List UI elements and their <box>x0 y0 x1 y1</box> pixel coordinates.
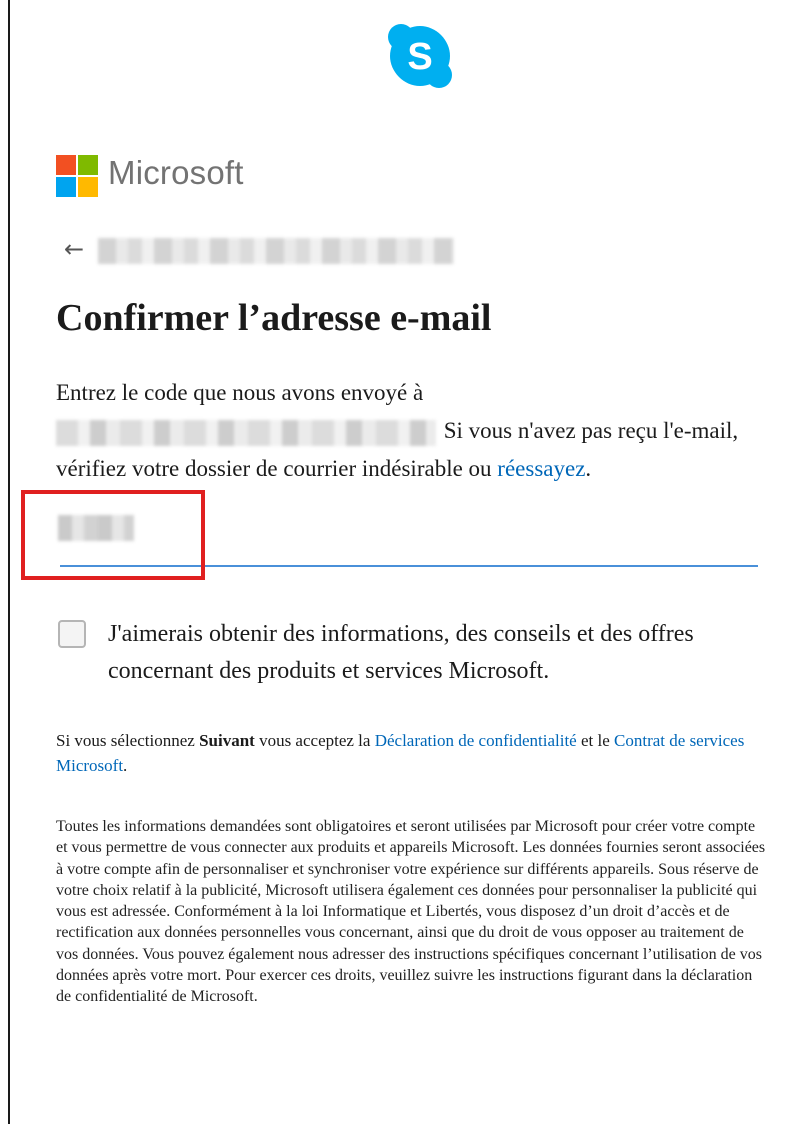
instructions-line1: Entrez le code que nous avons envoyé à <box>56 380 424 405</box>
svg-text:S: S <box>407 36 432 78</box>
microsoft-wordmark: Microsoft <box>108 154 244 191</box>
marketing-consent-label[interactable]: J'aimerais obtenir des informations, des… <box>108 616 748 690</box>
privacy-statement-link[interactable]: Déclaration de confidentialité <box>375 731 577 750</box>
skype-logo: S <box>388 24 452 88</box>
email-redacted <box>56 419 436 446</box>
next-keyword: Suivant <box>199 731 255 750</box>
instructions-text: Entrez le code que nous avons envoyé à S… <box>56 374 756 488</box>
marketing-consent-checkbox[interactable] <box>58 620 86 648</box>
terms-notice: Si vous sélectionnez Suivant vous accept… <box>56 731 745 775</box>
window-edge <box>8 0 10 1124</box>
page-title: Confirmer l’adresse e-mail <box>56 297 492 339</box>
legal-disclaimer: Toutes les informations demandées sont o… <box>56 818 766 1006</box>
highlight-annotation <box>21 490 205 580</box>
retry-link[interactable]: réessayez <box>497 456 585 481</box>
account-identity-redacted <box>98 238 454 264</box>
arrow-left-icon[interactable]: ← <box>64 235 84 263</box>
microsoft-logo <box>56 155 98 197</box>
